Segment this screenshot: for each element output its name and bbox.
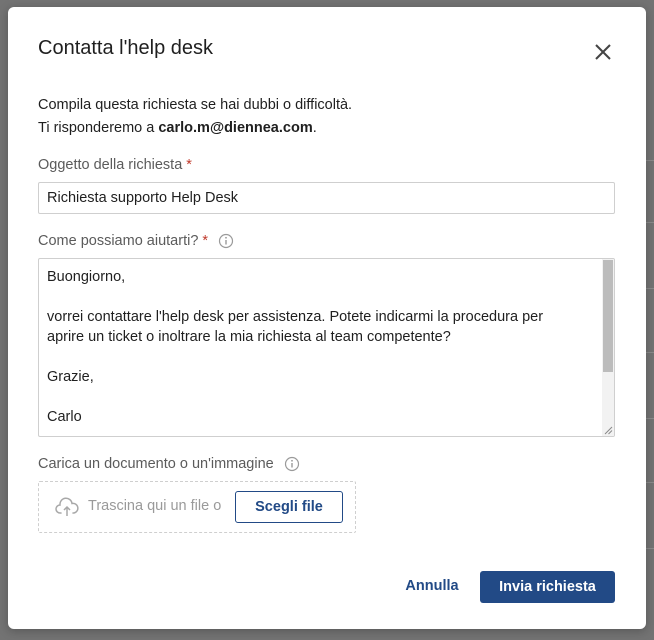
subject-label: Oggetto della richiesta * <box>38 157 192 173</box>
intro-line: Compila questa richiesta se hai dubbi o … <box>38 97 353 113</box>
subject-label-text: Oggetto della richiesta <box>38 157 183 173</box>
dialog-title: Contatta l'help desk <box>38 37 214 59</box>
message-line: Buongiorno, <box>47 269 126 285</box>
intro-prefix: Ti risponderemo a <box>38 120 159 136</box>
background-divider <box>646 288 654 289</box>
intro-suffix: . <box>312 120 317 136</box>
intro-line: Ti risponderemo a carlo.m@diennea.com. <box>38 117 352 140</box>
dialog-intro: Compila questa richiesta se hai dubbi o … <box>38 94 352 140</box>
close-icon[interactable] <box>592 41 614 63</box>
subject-input[interactable]: Richiesta supporto Help Desk <box>38 182 615 214</box>
help-desk-dialog: Contatta l'help desk Compila questa rich… <box>8 7 646 629</box>
user-email: carlo.m@diennea.com <box>158 120 313 136</box>
background-divider <box>646 418 654 419</box>
cancel-button[interactable]: Annulla <box>384 570 480 602</box>
scrollbar-thumb[interactable] <box>603 260 613 372</box>
message-textarea[interactable]: Buongiorno, vorrei contattare l'help des… <box>38 258 615 437</box>
message-line: aprire un ticket o inoltrare la mia rich… <box>47 329 451 345</box>
required-mark: * <box>186 157 192 173</box>
attachment-label: Carica un documento o un'immagine <box>38 456 300 472</box>
message-text: Buongiorno, vorrei contattare l'help des… <box>47 267 597 427</box>
message-label-text: Come possiamo aiutarti? <box>38 233 199 249</box>
submit-request-button[interactable]: Invia richiesta <box>480 571 615 603</box>
background-divider <box>646 222 654 223</box>
required-mark: * <box>202 233 209 249</box>
scrollbar-track[interactable] <box>602 259 614 436</box>
cloud-upload-icon <box>55 497 79 516</box>
background-divider <box>646 352 654 353</box>
background-divider <box>646 160 654 161</box>
info-icon[interactable] <box>218 233 234 249</box>
message-line: Grazie, <box>47 369 94 385</box>
message-label: Come possiamo aiutarti? * <box>38 233 234 249</box>
background-divider <box>646 548 654 549</box>
attachment-label-text: Carica un documento o un'immagine <box>38 456 274 472</box>
message-line: vorrei contattare l'help desk per assist… <box>47 309 544 325</box>
message-line: Carlo <box>47 409 82 425</box>
background-divider <box>646 482 654 483</box>
file-dropzone[interactable]: Trascina qui un file o Scegli file <box>38 481 356 533</box>
resize-handle-icon[interactable] <box>603 425 613 435</box>
info-icon[interactable] <box>284 456 300 472</box>
dropzone-text: Trascina qui un file o <box>88 498 222 514</box>
choose-file-button[interactable]: Scegli file <box>235 491 343 523</box>
